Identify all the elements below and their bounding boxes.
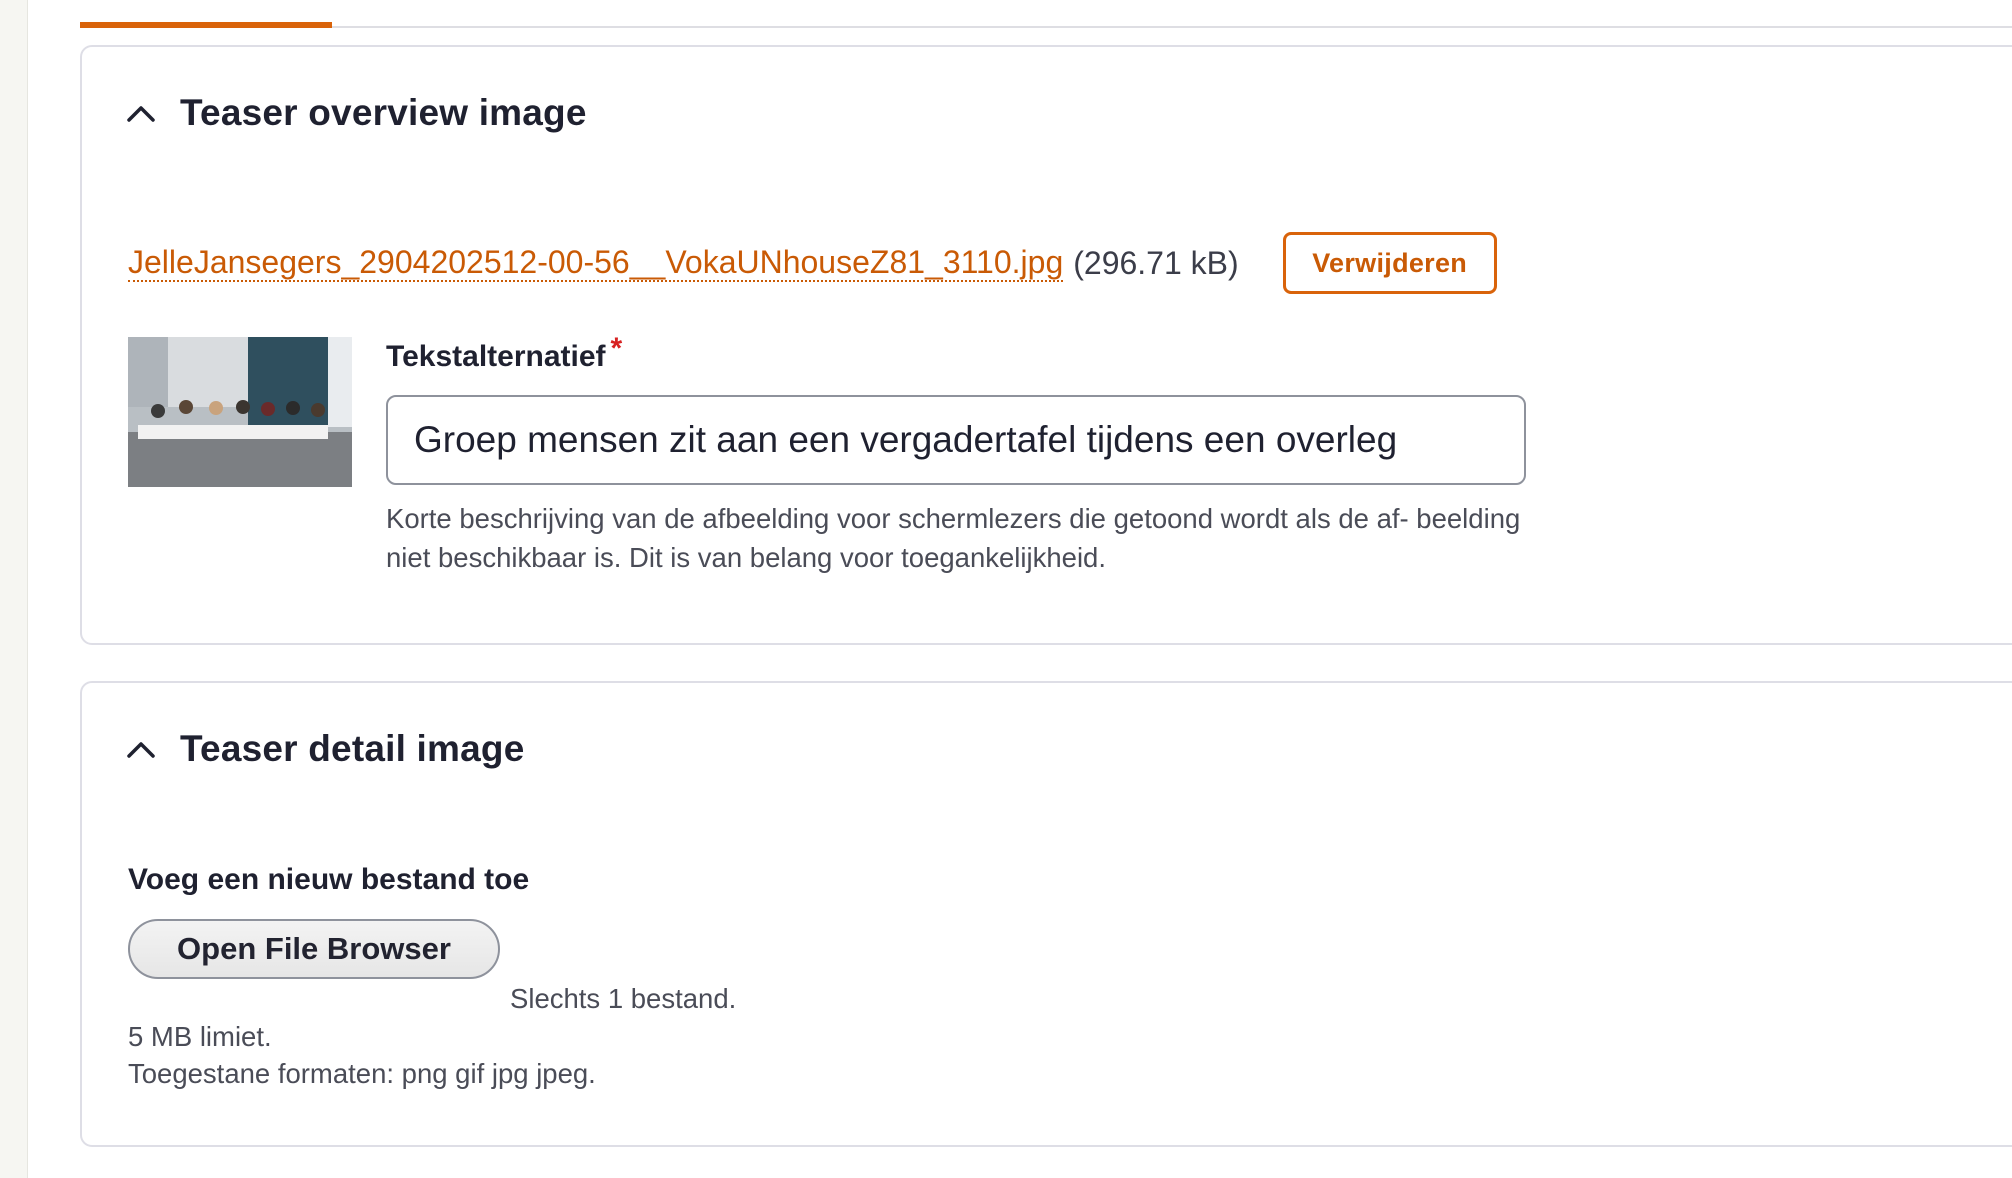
teaser-detail-panel: Teaser detail image Voeg een nieuw besta… xyxy=(80,681,2012,1147)
new-file-label: Voeg een nieuw bestand toe xyxy=(128,863,530,896)
left-gutter xyxy=(0,0,28,1178)
file-link[interactable]: JelleJansegers_2904202512-00-56__VokaUNh… xyxy=(128,244,1064,282)
teaser-overview-panel: Teaser overview image JelleJansegers_290… xyxy=(80,45,2012,645)
file-count-hint: Slechts 1 bestand. xyxy=(510,983,737,1014)
teaser-overview-title: Teaser overview image xyxy=(180,92,587,133)
teaser-detail-toggle[interactable]: Teaser detail image xyxy=(126,723,525,775)
teaser-overview-toggle[interactable]: Teaser overview image xyxy=(126,87,587,139)
alt-text-description: Korte beschrijving van de afbeelding voo… xyxy=(386,503,1521,573)
tab-bar xyxy=(80,0,2012,28)
active-tab-indicator xyxy=(80,22,332,28)
image-thumbnail xyxy=(128,337,352,487)
teaser-detail-title: Teaser detail image xyxy=(180,728,525,769)
chevron-up-icon xyxy=(126,98,156,128)
file-size-hint: 5 MB limiet. xyxy=(128,1021,272,1052)
file-row: JelleJansegers_2904202512-00-56__VokaUNh… xyxy=(128,232,1497,294)
required-marker: * xyxy=(610,332,623,365)
alt-text-input[interactable] xyxy=(386,395,1526,485)
file-size: (296.71 kB) xyxy=(1073,244,1239,281)
alt-text-label-text: Tekstalternatief xyxy=(386,340,606,373)
chevron-up-icon xyxy=(126,734,156,764)
remove-button[interactable]: Verwijderen xyxy=(1282,232,1497,294)
file-formats-hint: Toegestane formaten: png gif jpg jpeg. xyxy=(128,1058,596,1089)
open-file-browser-button[interactable]: Open File Browser xyxy=(128,919,500,979)
alt-text-label: Tekstalternatief * xyxy=(386,332,622,374)
